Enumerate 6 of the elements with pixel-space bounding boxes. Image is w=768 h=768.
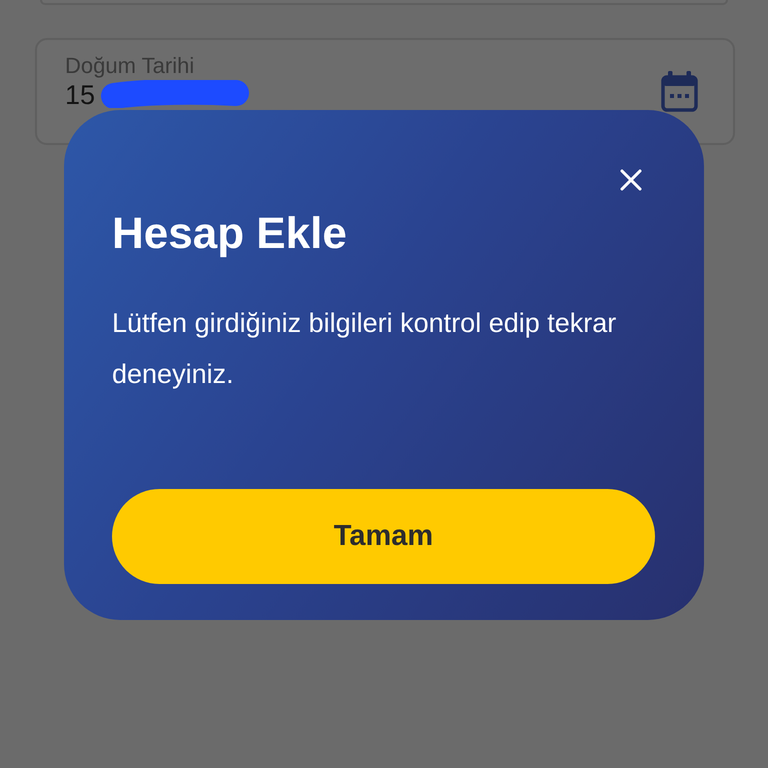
dialog-title: Hesap Ekle xyxy=(112,208,348,260)
field-value: 15 xyxy=(65,80,96,110)
dialog-message: Lütfen girdiğiniz bilgileri kontrol edip tekrar deneyiniz. xyxy=(112,307,618,391)
calendar-icon[interactable] xyxy=(661,71,698,112)
close-icon[interactable] xyxy=(619,168,643,192)
ok-button[interactable]: Tamam xyxy=(112,489,655,584)
